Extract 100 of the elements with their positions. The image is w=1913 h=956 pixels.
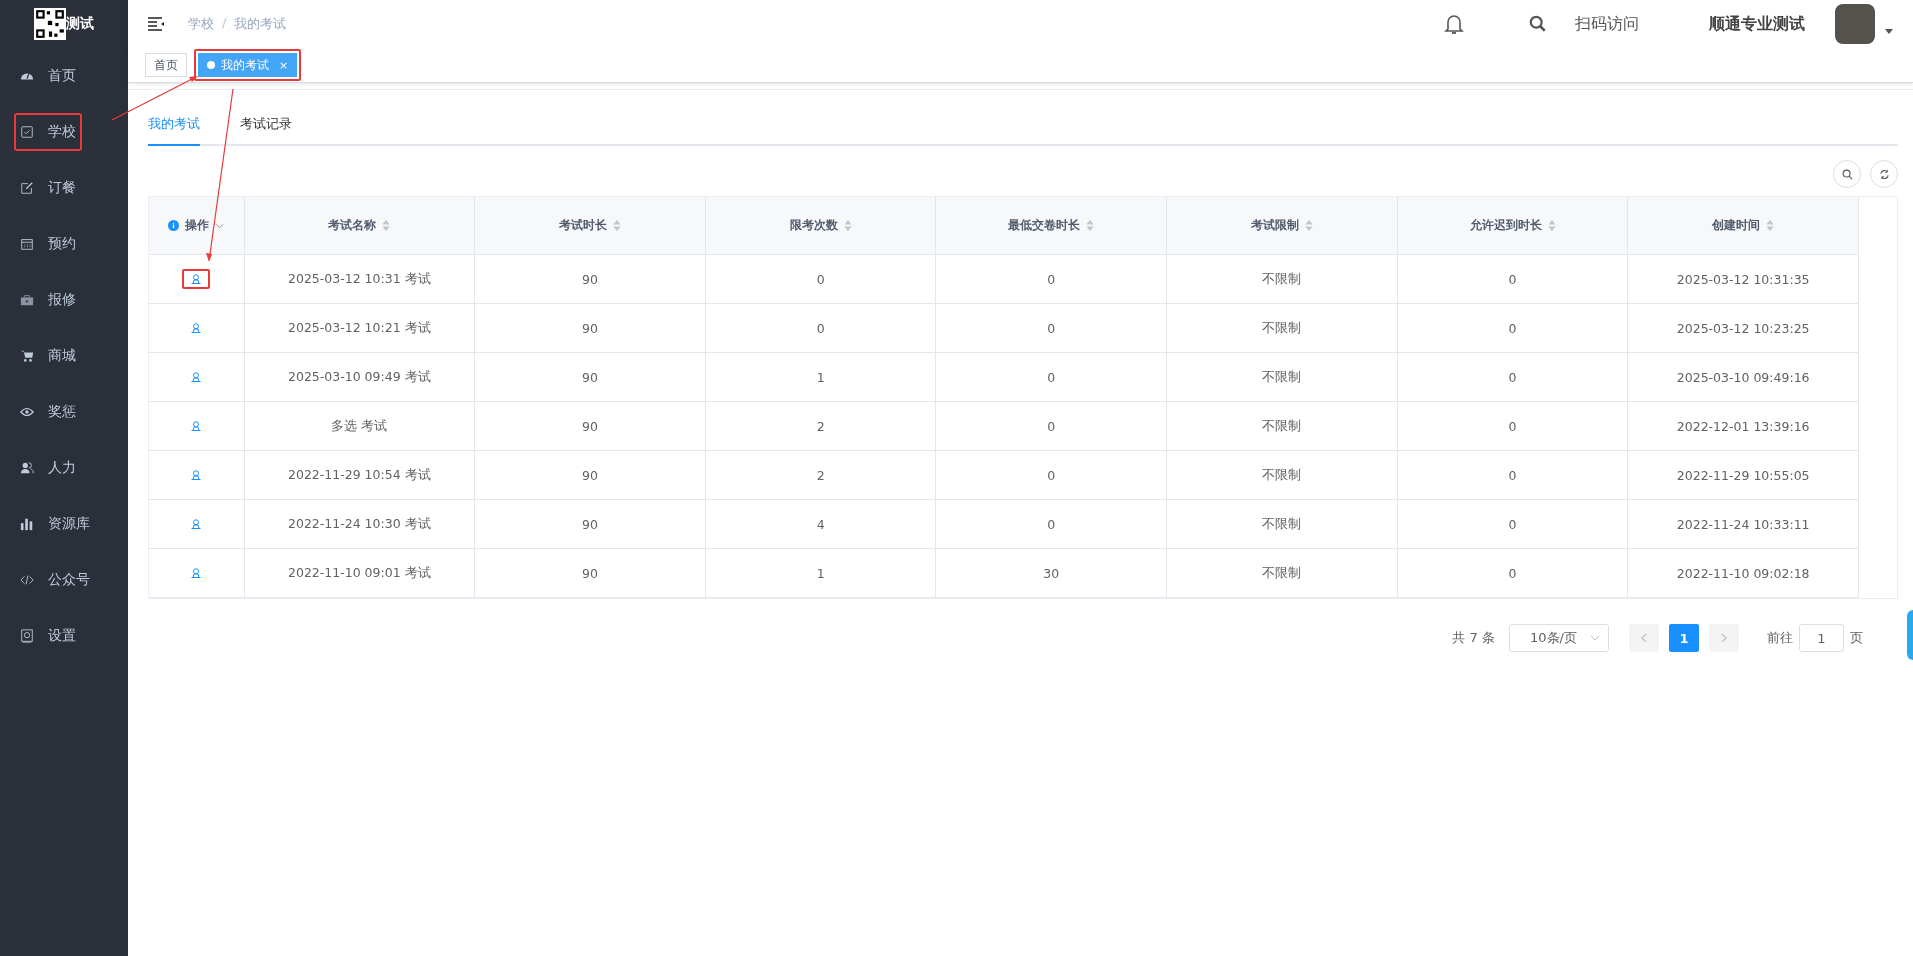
sidebar-item[interactable]: 学校 xyxy=(14,113,82,151)
table-cell: 2025-03-12 10:23:25 xyxy=(1627,303,1859,353)
side-handle[interactable] xyxy=(1907,610,1913,660)
sidebar-item[interactable]: 预约 xyxy=(14,216,82,272)
table-cell: 2022-11-24 10:33:11 xyxy=(1627,499,1859,549)
sidebar-item[interactable]: 首页 xyxy=(14,48,82,104)
chevron-down-icon[interactable] xyxy=(215,222,225,229)
table-cell: 不限制 xyxy=(1166,548,1398,598)
sidebar-item[interactable]: 订餐 xyxy=(14,160,82,216)
menu-icon[interactable] xyxy=(148,17,164,31)
refresh-icon xyxy=(1878,168,1890,180)
chevron-right-icon xyxy=(1721,633,1727,643)
table-cell: 90 xyxy=(474,254,706,304)
page-input[interactable]: 1 xyxy=(1799,624,1844,652)
page-tab[interactable]: 首页 xyxy=(145,53,187,77)
table-cell: 0 xyxy=(705,303,936,353)
table-cell: 90 xyxy=(474,450,706,500)
table-cell: 不限制 xyxy=(1166,254,1398,304)
column-header[interactable]: 考试限制 xyxy=(1166,197,1398,255)
breadcrumb-separator: / xyxy=(222,15,227,32)
sort-icon[interactable] xyxy=(843,220,852,231)
column-header[interactable]: 操作 xyxy=(149,197,244,255)
sidebar-item[interactable]: 奖惩 xyxy=(14,384,82,440)
info-icon xyxy=(168,220,180,231)
column-header[interactable]: 创建时间 xyxy=(1627,197,1859,255)
settings-icon xyxy=(20,629,34,643)
table-cell: 90 xyxy=(474,352,706,402)
table-cell: 0 xyxy=(1397,254,1628,304)
logo-text: 测试 xyxy=(66,15,94,33)
table-cell: 90 xyxy=(474,548,706,598)
sidebar-item[interactable]: 设置 xyxy=(14,608,82,664)
table-cell: 30 xyxy=(935,548,1167,598)
sidebar-item[interactable]: 报修 xyxy=(14,272,82,328)
table-cell: 2025-03-10 09:49 考试 xyxy=(244,352,475,402)
dot-icon xyxy=(207,61,215,69)
search-icon[interactable] xyxy=(1529,15,1547,33)
user-icon[interactable] xyxy=(182,269,211,289)
user-name: 顺通专业测试 xyxy=(1709,13,1805,35)
table-cell: 0 xyxy=(935,303,1167,353)
table-cell: 2022-12-01 13:39:16 xyxy=(1627,401,1859,451)
bar-chart-icon xyxy=(20,517,34,531)
table-cell: 2025-03-10 09:49:16 xyxy=(1627,352,1859,402)
total-count: 共 7 条 xyxy=(1452,629,1495,647)
column-header[interactable]: 限考次数 xyxy=(705,197,936,255)
table-cell: 不限制 xyxy=(1166,303,1398,353)
table-cell: 0 xyxy=(935,254,1167,304)
column-header[interactable]: 最低交卷时长 xyxy=(935,197,1167,255)
table-cell: 2025-03-12 10:31:35 xyxy=(1627,254,1859,304)
sort-icon[interactable] xyxy=(612,220,621,231)
sidebar-item[interactable]: 商城 xyxy=(14,328,82,384)
column-header[interactable]: 考试名称 xyxy=(244,197,475,255)
scan-access-link[interactable]: 扫码访问 xyxy=(1575,13,1639,35)
toolbox-icon xyxy=(20,293,34,307)
calendar-icon xyxy=(20,237,34,251)
table-cell: 0 xyxy=(1397,499,1628,549)
caret-icon[interactable] xyxy=(1885,28,1893,34)
search-icon xyxy=(1841,168,1853,180)
sort-icon[interactable] xyxy=(1547,220,1556,231)
table-cell: 不限制 xyxy=(1166,499,1398,549)
table-cell: 0 xyxy=(1397,303,1628,353)
people-icon xyxy=(20,461,34,475)
column-header[interactable]: 考试时长 xyxy=(474,197,706,255)
sort-icon[interactable] xyxy=(1304,220,1313,231)
bell-icon[interactable] xyxy=(1444,13,1464,35)
edit-icon xyxy=(20,181,34,195)
table-cell: 90 xyxy=(474,401,706,451)
table-cell: 2022-11-10 09:01 考试 xyxy=(244,548,475,598)
table-cell: 2022-11-10 09:02:18 xyxy=(1627,548,1859,598)
table-cell: 2025-03-12 10:31 考试 xyxy=(244,254,475,304)
chevron-left-icon xyxy=(1641,633,1647,643)
table-cell: 0 xyxy=(1397,548,1628,598)
table-cell: 2 xyxy=(705,450,936,500)
table-cell: 0 xyxy=(705,254,936,304)
table-cell: 不限制 xyxy=(1166,450,1398,500)
table-cell: 0 xyxy=(1397,450,1628,500)
sort-icon[interactable] xyxy=(1766,220,1775,231)
tab[interactable]: 考试记录 xyxy=(240,104,292,146)
eye-icon xyxy=(20,405,34,419)
table-cell: 0 xyxy=(1397,352,1628,402)
sidebar-item[interactable]: 公众号 xyxy=(14,552,96,608)
column-header[interactable]: 允许迟到时长 xyxy=(1397,197,1628,255)
code-icon xyxy=(20,573,34,587)
table-cell: 1 xyxy=(705,352,936,402)
cart-icon xyxy=(20,349,34,363)
table-cell: 不限制 xyxy=(1166,352,1398,402)
page-size-select[interactable]: 10条/页 xyxy=(1509,624,1609,652)
sidebar-item[interactable]: 资源库 xyxy=(14,496,96,552)
chevron-down-icon xyxy=(1590,635,1600,641)
table-cell: 2025-03-12 10:21 考试 xyxy=(244,303,475,353)
sort-icon[interactable] xyxy=(1086,220,1095,231)
table-cell: 2022-11-29 10:55:05 xyxy=(1627,450,1859,500)
sort-icon[interactable] xyxy=(382,220,391,231)
table-cell: 0 xyxy=(935,401,1167,451)
table-cell: 1 xyxy=(705,548,936,598)
table-cell: 不限制 xyxy=(1166,401,1398,451)
avatar-photo-placeholder[interactable] xyxy=(1835,4,1875,44)
sidebar-item[interactable]: 人力 xyxy=(14,440,82,496)
table-cell: 4 xyxy=(705,499,936,549)
checkbox-icon xyxy=(20,125,34,139)
table-cell: 多选 考试 xyxy=(244,401,475,451)
